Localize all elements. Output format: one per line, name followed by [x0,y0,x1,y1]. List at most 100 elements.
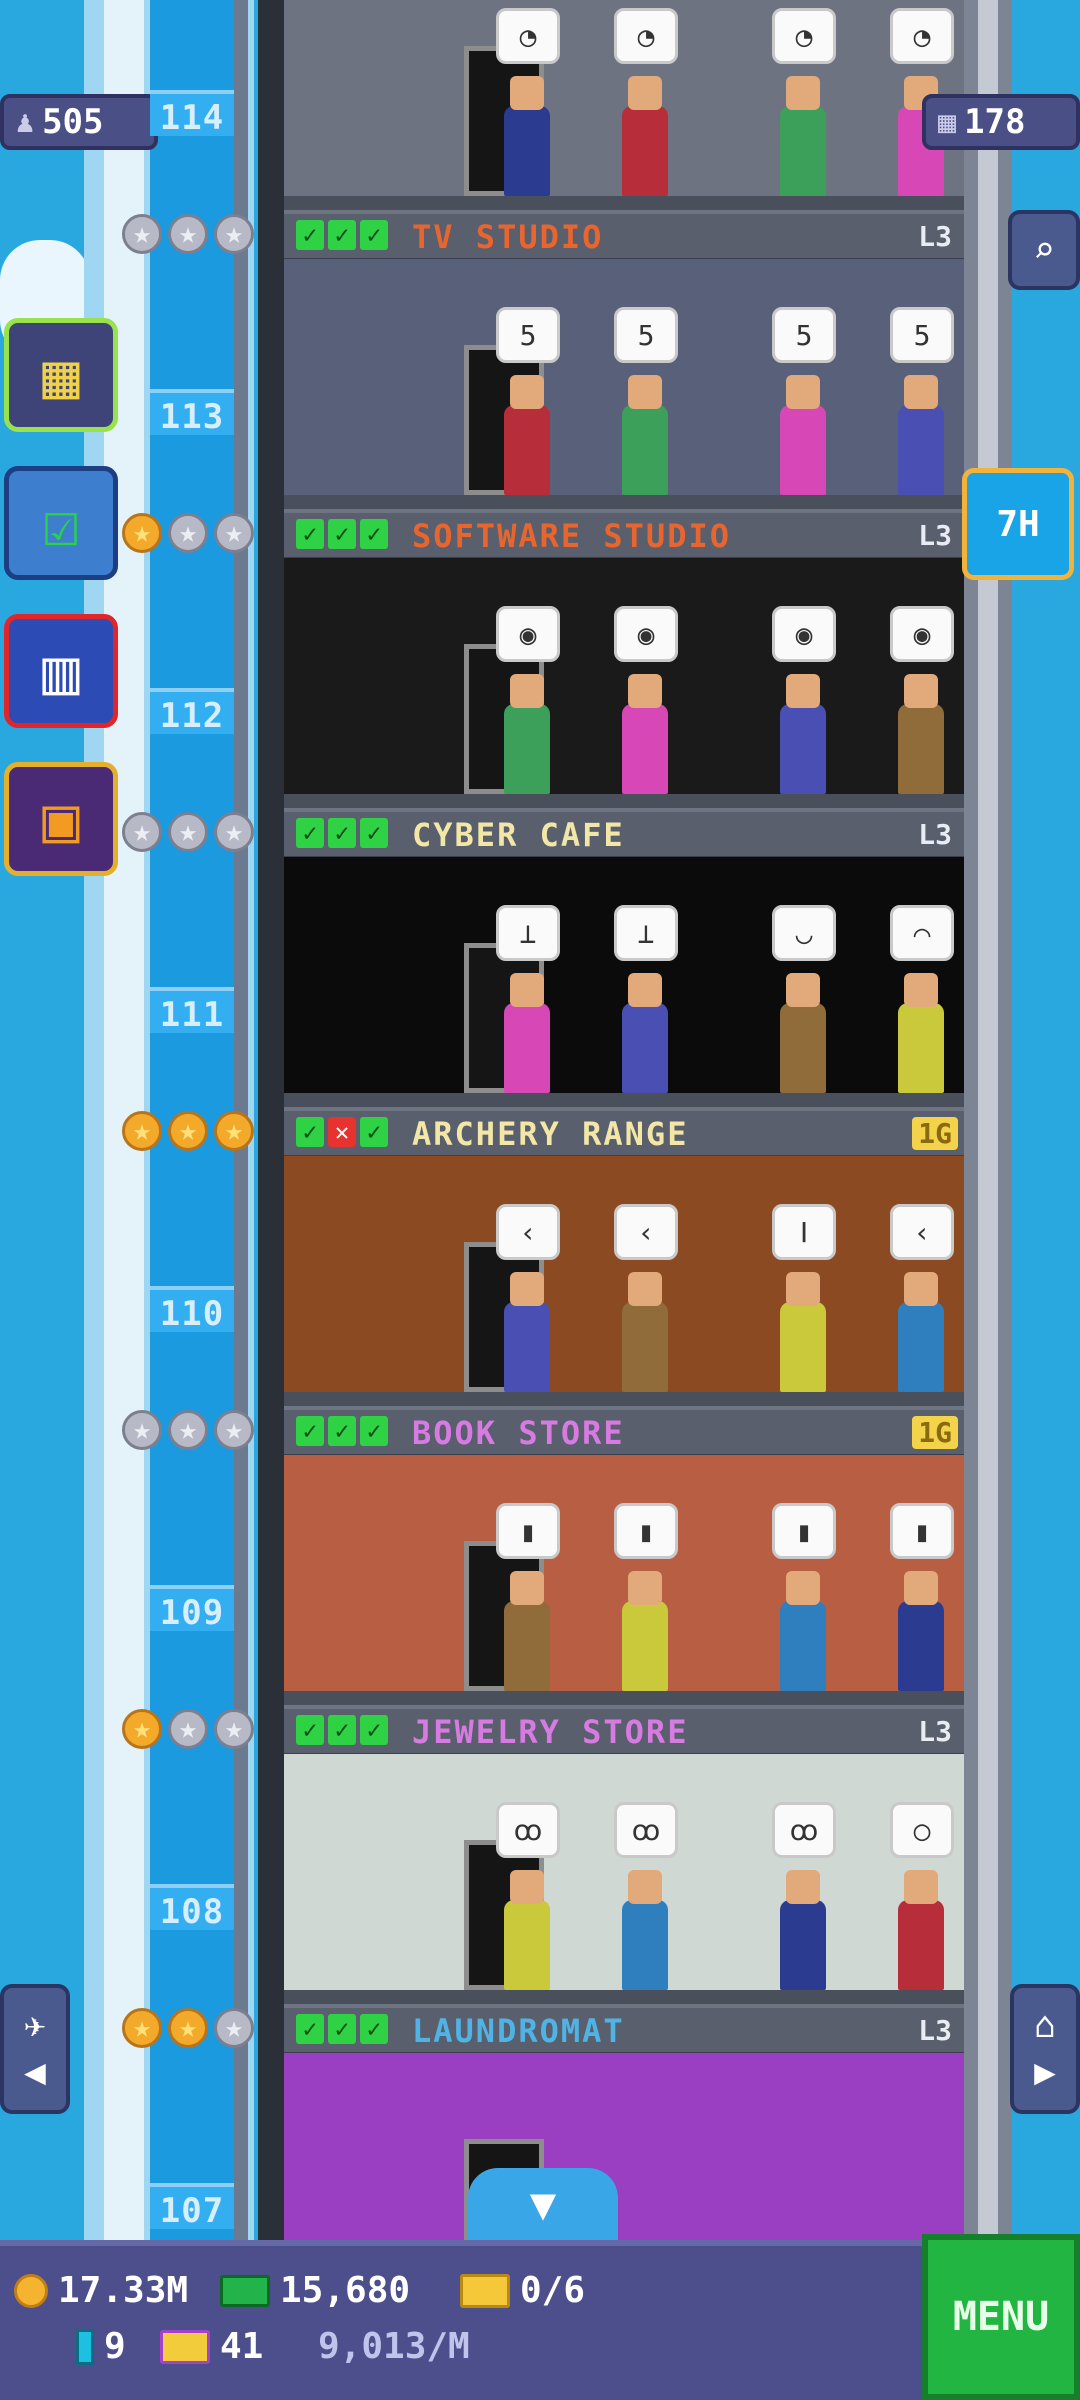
bitizen[interactable] [780,973,826,1093]
bitizen[interactable] [622,375,668,495]
request-bubble[interactable]: ‹ [496,1204,560,1260]
bitizen[interactable] [898,375,944,495]
bitizen[interactable] [898,1272,944,1392]
floor-level-badge: L3 [918,2014,952,2047]
bitizen[interactable] [622,1571,668,1691]
floor-label-bar[interactable]: ✓ ✓ ✓ JEWELRY STORE L3 [284,1705,964,1753]
bitizen[interactable] [780,674,826,794]
gift-button[interactable]: ▣ [4,762,118,876]
check-icon: ✓ [360,2014,388,2044]
floor-room[interactable]: ⊥ ⊥ ◡ ⌒ [284,857,964,1107]
request-bubble[interactable]: 5 [772,307,836,363]
request-bubble[interactable]: ⊥ [496,905,560,961]
request-bubble[interactable]: ▮ [614,1503,678,1559]
request-bubble[interactable]: ○ [890,1802,954,1858]
floor-room[interactable]: ◉ ◉ ◉ ◉ [284,558,964,808]
bitizen[interactable] [898,1870,944,1990]
request-bubble[interactable]: ◡ [772,905,836,961]
bitizen[interactable] [780,76,826,196]
request-bubble[interactable]: ⊥ [614,905,678,961]
floor-room[interactable]: ‹ ‹ ǀ ‹ [284,1156,964,1406]
request-bubble[interactable]: ◔ [890,8,954,64]
request-bubble[interactable]: ꝏ [772,1802,836,1858]
bitizen[interactable] [622,1870,668,1990]
request-bubble[interactable]: ǀ [772,1204,836,1260]
bitizen[interactable] [504,375,550,495]
bitizen[interactable] [780,1272,826,1392]
tv-stat[interactable]: 41 [160,2326,263,2367]
bitizen[interactable] [780,1571,826,1691]
floor-room[interactable]: ꝏ ꝏ ꝏ ○ [284,1754,964,2004]
bitizen[interactable] [504,76,550,196]
population-counter[interactable]: ♟ 505 [0,94,158,150]
floor-label-bar[interactable]: ✓ ✓ ✓ CYBER CAFE L3 [284,808,964,856]
search-button[interactable]: ⌕ [1008,210,1080,290]
menu-button[interactable]: MENU [922,2234,1080,2400]
star-icon: ★ [214,1709,254,1749]
request-bubble[interactable]: ‹ [890,1204,954,1260]
bitizen[interactable] [622,674,668,794]
timer-button[interactable]: 7H [962,468,1074,580]
bitizen[interactable] [504,1571,550,1691]
request-bubble[interactable]: ▮ [496,1503,560,1559]
request-bubble[interactable]: 5 [614,307,678,363]
floor-label-bar[interactable]: ✓ ✓ ✓ BOOK STORE 1G [284,1406,964,1454]
magnifier-icon: ⌕ [1033,229,1055,271]
bitizen[interactable] [898,1571,944,1691]
missions-button[interactable]: ☑ [4,466,118,580]
check-icon: ✓ [296,1416,324,1446]
bitizen[interactable] [780,1870,826,1990]
floor-label-bar[interactable]: ✓ ✓ ✓ LAUNDROMAT L3 [284,2004,964,2052]
star-icon: ★ [122,1709,162,1749]
bitizen[interactable] [504,1870,550,1990]
request-bubble[interactable]: ◉ [614,606,678,662]
request-bubble[interactable]: ⌒ [890,905,954,961]
bitizen[interactable] [622,973,668,1093]
floor-room[interactable]: ▮ ▮ ▮ ▮ [284,1455,964,1705]
bitizen[interactable] [898,674,944,794]
scroll-down-button[interactable]: ▼ [468,2168,618,2240]
build-floor-button[interactable]: ▦ [4,318,118,432]
tickets-stat[interactable]: 0/6 [460,2270,585,2311]
bitizen[interactable] [898,973,944,1093]
request-bubble[interactable]: ▮ [772,1503,836,1559]
elevator-left-button[interactable]: ✈ ◀ [0,1984,70,2114]
check-icon: ✓ [328,2014,356,2044]
floor-name: SOFTWARE STUDIO [412,517,731,555]
bitizen[interactable] [504,1272,550,1392]
request-bubble[interactable]: ◔ [772,8,836,64]
bitizen[interactable] [504,674,550,794]
request-bubble[interactable]: ꝏ [496,1802,560,1858]
request-bubble[interactable]: ‹ [614,1204,678,1260]
bitizen[interactable] [780,375,826,495]
request-bubble[interactable]: ◉ [890,606,954,662]
calendar-button[interactable]: ▥ [4,614,118,728]
request-bubble[interactable]: ◉ [772,606,836,662]
star-icon: ★ [214,1111,254,1151]
floor-label-bar[interactable]: ✓ ✕ ✓ ARCHERY RANGE 1G [284,1107,964,1155]
bitizen[interactable] [504,973,550,1093]
request-bubble[interactable]: 5 [890,307,954,363]
floors-counter[interactable]: ▦ 178 [922,94,1080,150]
star-icon: ★ [168,214,208,254]
floor-label-bar[interactable]: ✓ ✓ ✓ SOFTWARE STUDIO L3 [284,509,964,557]
bitizen[interactable] [622,76,668,196]
request-bubble[interactable]: 5 [496,307,560,363]
request-bubble[interactable]: ▮ [890,1503,954,1559]
bitizen[interactable] [622,1272,668,1392]
floor-label-bar[interactable]: ✓ ✓ ✓ TV STUDIO L3 [284,210,964,258]
coins-stat[interactable]: 17.33M [14,2270,188,2311]
floor-stars: ★ ★ ★ [122,1410,258,1450]
request-bubble[interactable]: ◔ [614,8,678,64]
bux-stat[interactable]: 9 [76,2326,126,2367]
floor-room[interactable]: 5555 [284,259,964,509]
population-value: 505 [42,102,104,142]
request-bubble[interactable]: ◉ [496,606,560,662]
home-right-button[interactable]: ⌂ ▶ [1010,1984,1080,2114]
star-icon: ★ [214,1410,254,1450]
cash-stat[interactable]: 15,680 [220,2270,410,2311]
floor-room[interactable]: ◔ ◔ ◔ ◔ [284,0,964,210]
request-bubble[interactable]: ◔ [496,8,560,64]
request-bubble[interactable]: ꝏ [614,1802,678,1858]
floor-stars: ★ ★ ★ [122,214,258,254]
